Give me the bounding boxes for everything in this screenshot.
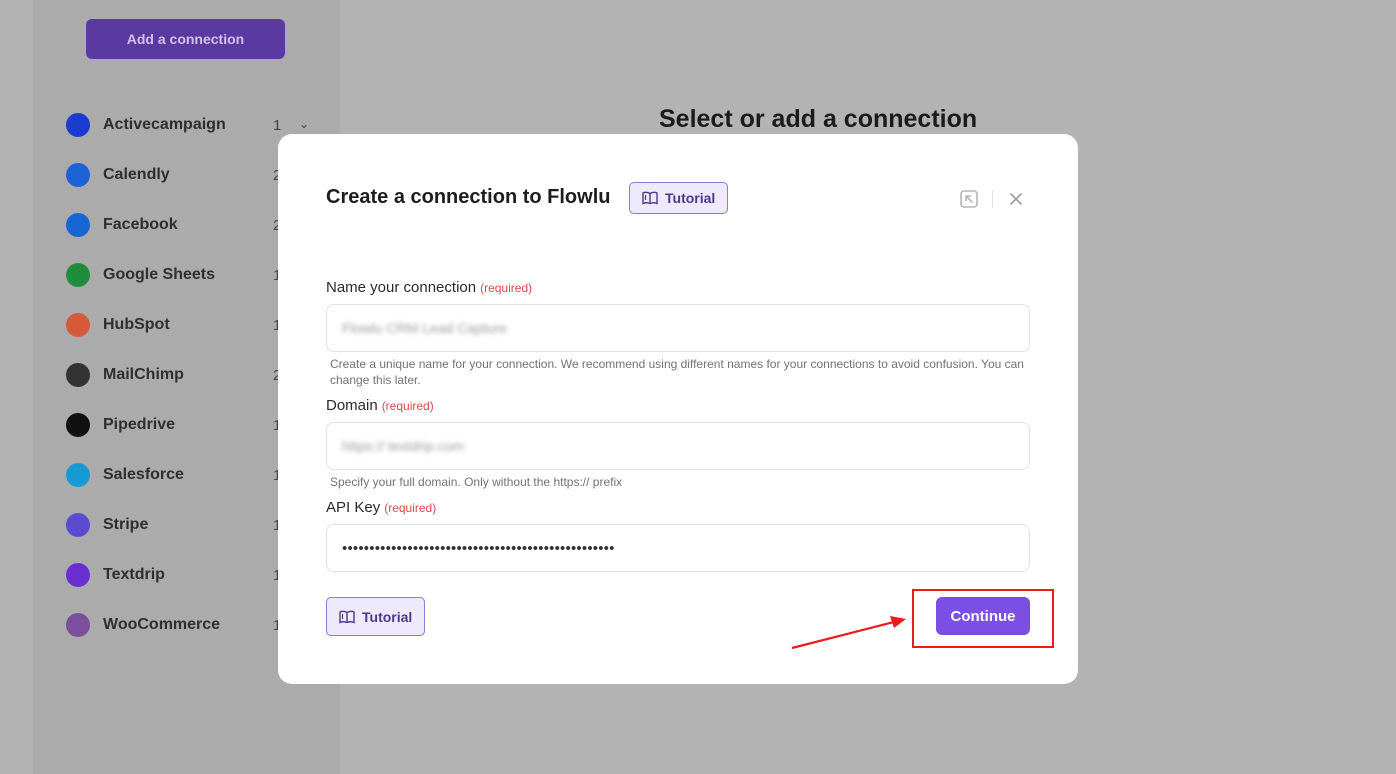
chevron-down-icon[interactable]: ⌄ xyxy=(299,117,309,131)
google-sheets-icon xyxy=(66,263,90,287)
calendly-icon xyxy=(66,163,90,187)
required-marker: (required) xyxy=(381,399,434,413)
pipedrive-icon xyxy=(66,413,90,437)
sidebar-item-label: Facebook xyxy=(103,216,178,233)
close-icon[interactable] xyxy=(1007,190,1025,208)
name-field-label: Name your connection (required) xyxy=(326,279,532,296)
sidebar-item-label: Stripe xyxy=(103,516,149,533)
stripe-icon xyxy=(66,513,90,537)
woocommerce-icon xyxy=(66,613,90,637)
sidebar-item-label: Google Sheets xyxy=(103,266,216,283)
tutorial-label: Tutorial xyxy=(362,608,413,625)
connection-name-input[interactable]: Flowlu CRM Lead Capture xyxy=(326,304,1030,352)
tutorial-button-footer[interactable]: Tutorial xyxy=(326,597,426,636)
domain-input[interactable]: https:// textdrip.com xyxy=(326,422,1030,470)
api-key-input[interactable]: ••••••••••••••••••••••••••••••••••••••••… xyxy=(326,524,1030,572)
sidebar-item-label: MailChimp xyxy=(103,366,184,383)
textdrip-icon xyxy=(66,563,90,587)
sidebar-item-label: HubSpot xyxy=(103,316,170,333)
required-marker: (required) xyxy=(480,281,533,295)
name-label-text: Name your connection xyxy=(326,279,477,296)
api-key-value: ••••••••••••••••••••••••••••••••••••••••… xyxy=(342,539,615,557)
book-icon xyxy=(339,610,355,624)
page-title: Select or add a connection xyxy=(659,105,978,133)
sidebar-item-label: Salesforce xyxy=(103,466,184,483)
api-key-field-label: API Key (required) xyxy=(326,499,436,516)
domain-help-text: Specify your full domain. Only without t… xyxy=(330,475,623,489)
hubspot-icon xyxy=(66,313,90,337)
name-help-text: Create a unique name for your connection… xyxy=(330,357,1024,387)
sidebar-item-label: Pipedrive xyxy=(103,416,176,433)
header-divider xyxy=(992,190,993,208)
modal-header-actions xyxy=(958,188,1025,210)
annotation-arrow-icon xyxy=(791,616,906,650)
popout-icon[interactable] xyxy=(958,188,980,210)
activecampaign-icon xyxy=(66,113,90,137)
salesforce-icon xyxy=(66,463,90,487)
book-icon xyxy=(642,191,658,205)
modal-title: Create a connection to Flowlu xyxy=(326,186,611,208)
domain-field-label: Domain (required) xyxy=(326,397,434,414)
facebook-icon xyxy=(66,213,90,237)
tutorial-label: Tutorial xyxy=(665,190,716,206)
domain-value: https:// textdrip.com xyxy=(342,438,465,454)
sidebar-item-label: Calendly xyxy=(103,166,170,183)
connection-name-value: Flowlu CRM Lead Capture xyxy=(342,320,507,336)
required-marker: (required) xyxy=(384,501,437,515)
api-key-label-text: API Key xyxy=(326,499,381,516)
annotation-highlight-box xyxy=(912,589,1054,648)
tutorial-button-header[interactable]: Tutorial xyxy=(629,182,729,214)
add-connection-button[interactable]: Add a connection xyxy=(86,19,285,59)
sidebar-item-label: Textdrip xyxy=(103,566,165,583)
connection-count: 1 xyxy=(273,116,282,134)
sidebar-item-label: Activecampaign xyxy=(103,116,226,133)
mailchimp-icon xyxy=(66,363,90,387)
domain-label-text: Domain xyxy=(326,397,378,414)
sidebar-item-label: WooCommerce xyxy=(103,616,221,633)
